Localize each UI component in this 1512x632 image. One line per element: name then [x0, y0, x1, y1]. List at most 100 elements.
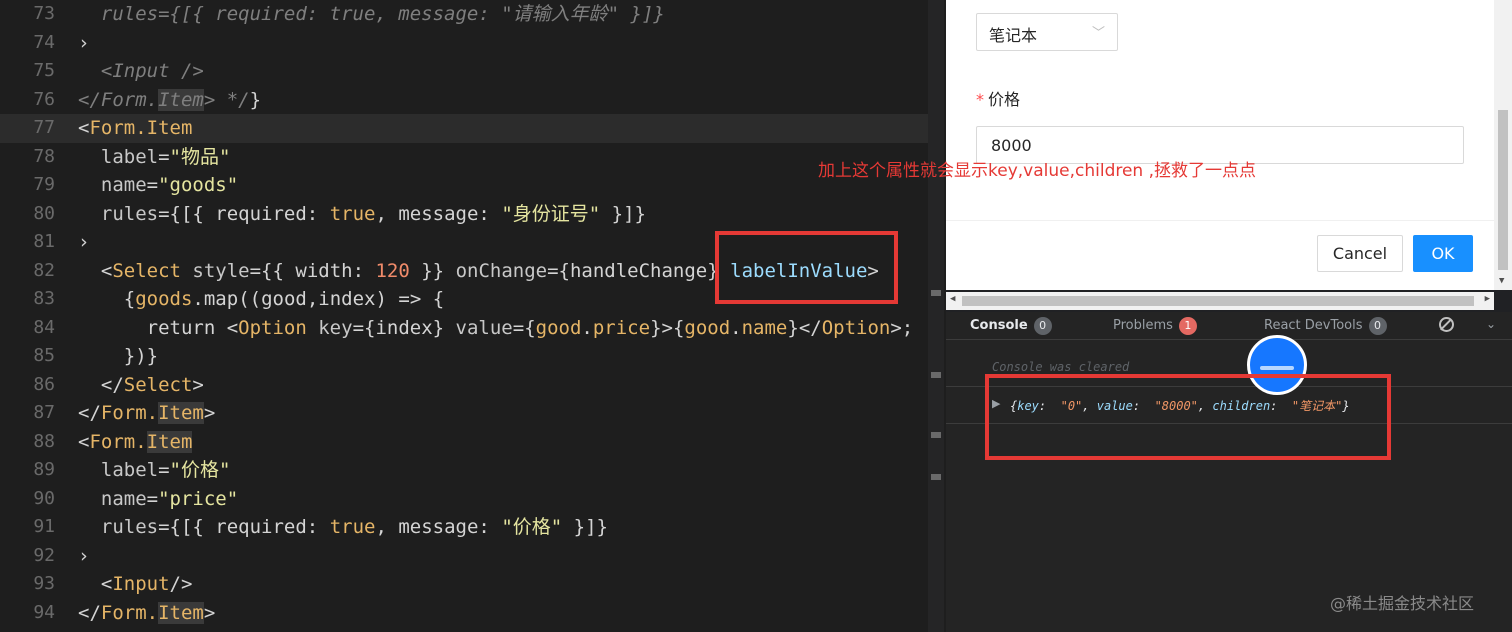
code-token: name	[741, 316, 788, 339]
code-line[interactable]: 86 </Select>	[0, 371, 944, 400]
code-line[interactable]: 73 rules={[{ required: true, message: "请…	[0, 0, 944, 29]
code-text: rules={[{ required: true, message: "身份证号…	[78, 200, 646, 229]
code-line[interactable]: 74 ›	[0, 29, 944, 58]
editor-scrollbar[interactable]	[928, 0, 944, 632]
code-line[interactable]: 75 <Input />	[0, 57, 944, 86]
line-number: 89	[33, 459, 55, 480]
ok-button[interactable]: OK	[1413, 235, 1473, 272]
code-line[interactable]: 87 </Form.Item>	[0, 399, 944, 428]
code-token: good	[535, 316, 582, 339]
chevron-down-icon[interactable]: ⌄	[1486, 317, 1496, 331]
code-line[interactable]: 85 })}	[0, 342, 944, 371]
code-token: })}	[78, 345, 159, 367]
code-token: ={	[512, 316, 536, 339]
code-token: return <	[78, 316, 239, 339]
horizontal-scrollbar[interactable]: ◀ ▶	[946, 292, 1494, 310]
code-token: :	[478, 202, 502, 225]
cancel-button[interactable]: Cancel	[1317, 235, 1403, 272]
code-token: Form.	[100, 601, 159, 624]
scroll-down-arrow-icon[interactable]: ▼	[1499, 276, 1504, 286]
code-token: <	[78, 430, 90, 453]
line-number: 83	[33, 288, 55, 309]
code-token: >	[203, 601, 216, 624]
code-token: }>{	[650, 316, 685, 339]
goods-select-value: 笔记本	[989, 26, 1038, 45]
scrollbar-marker	[931, 432, 941, 438]
chevron-down-icon: ﹀	[1091, 26, 1105, 41]
scroll-right-arrow-icon[interactable]: ▶	[1485, 294, 1490, 304]
tab-react-devtools[interactable]: React DevTools 0	[1264, 317, 1387, 335]
code-token: <	[78, 259, 113, 282]
tab-problems[interactable]: Problems 1	[1113, 317, 1197, 335]
code-line[interactable]: 78 label="物品"	[0, 143, 944, 172]
line-number: 87	[33, 402, 55, 423]
code-token: ›	[78, 31, 90, 54]
code-token: > */	[203, 88, 250, 111]
console-count-badge: 0	[1033, 317, 1052, 335]
code-token: .	[192, 288, 204, 310]
price-label: * 价格	[976, 86, 1020, 110]
code-token: label	[78, 459, 159, 481]
console-cleared-message: Console was cleared	[992, 360, 1130, 374]
code-token: good	[684, 316, 731, 339]
code-token: </	[78, 601, 101, 624]
scroll-left-arrow-icon[interactable]: ◀	[950, 294, 955, 304]
horizontal-scroll-thumb[interactable]	[962, 296, 1474, 306]
line-number: 86	[33, 373, 55, 395]
clear-console-icon[interactable]	[1439, 317, 1454, 332]
code-token: true	[329, 516, 376, 538]
code-token: }	[432, 316, 456, 339]
code-token: <Input />	[78, 60, 204, 82]
code-token: Form.	[100, 402, 159, 424]
code-text: rules={[{ required: true, message: "价格" …	[78, 513, 608, 542]
code-token: Form.Item	[89, 117, 193, 139]
code-line[interactable]: 91 rules={[{ required: true, message: "价…	[0, 513, 944, 542]
code-token: {	[78, 288, 136, 310]
code-token: Item	[158, 88, 204, 111]
price-input-value: 8000	[991, 136, 1032, 155]
code-token: index	[318, 288, 376, 310]
code-token: :	[306, 202, 330, 225]
code-token: </Form.	[78, 88, 159, 111]
code-token: Item	[146, 430, 193, 453]
code-text: ›	[78, 228, 89, 257]
code-token: Select	[112, 259, 181, 282]
code-line[interactable]: 84 return <Option key={index} value={goo…	[0, 314, 944, 343]
required-mark: *	[976, 90, 984, 109]
code-text: ›	[78, 29, 89, 58]
code-line[interactable]: 76 </Form.Item> */}	[0, 86, 944, 115]
code-token: Option	[238, 316, 307, 339]
code-text: {goods.map((good,index) => {	[78, 285, 444, 314]
code-token: true	[329, 202, 376, 225]
scrollbar-marker	[931, 474, 941, 480]
code-token: width	[295, 259, 353, 282]
code-line[interactable]: 92 ›	[0, 542, 944, 571]
line-number: 81	[33, 231, 55, 252]
code-token: rules	[78, 516, 159, 538]
code-token: good	[261, 288, 307, 310]
code-line[interactable]: 94 </Form.Item>	[0, 599, 944, 628]
code-line[interactable]: 77 <Form.Item	[0, 114, 944, 143]
tab-console-label: Console	[970, 318, 1028, 333]
code-line[interactable]: 93 <Input/>	[0, 570, 944, 599]
code-token: "身份证号"	[501, 202, 601, 225]
code-token: ={{	[249, 259, 296, 282]
avatar-wave	[1260, 366, 1294, 370]
code-line[interactable]: 79 name="goods"	[0, 171, 944, 200]
vertical-scrollbar[interactable]: ▼	[1494, 0, 1512, 290]
code-token: rules={[{ required: true, message: "请输入年…	[78, 3, 665, 25]
watermark: @稀土掘金技术社区	[1330, 594, 1475, 613]
code-token: }</	[787, 316, 822, 339]
code-text: name="price"	[78, 485, 238, 514]
code-token: :	[306, 516, 330, 538]
code-editor[interactable]: 73 rules={[{ required: true, message: "请…	[0, 0, 944, 632]
code-line[interactable]: 80 rules={[{ required: true, message: "身…	[0, 200, 944, 229]
code-token: Input	[112, 573, 170, 595]
code-line[interactable]: 89 label="价格"	[0, 456, 944, 485]
scrollbar-marker	[931, 372, 941, 378]
code-line[interactable]: 90 name="price"	[0, 485, 944, 514]
vertical-scroll-thumb[interactable]	[1498, 110, 1508, 270]
code-line[interactable]: 88 <Form.Item	[0, 428, 944, 457]
tab-console[interactable]: Console 0	[970, 317, 1052, 335]
goods-select[interactable]: 笔记本 ﹀	[976, 13, 1118, 51]
